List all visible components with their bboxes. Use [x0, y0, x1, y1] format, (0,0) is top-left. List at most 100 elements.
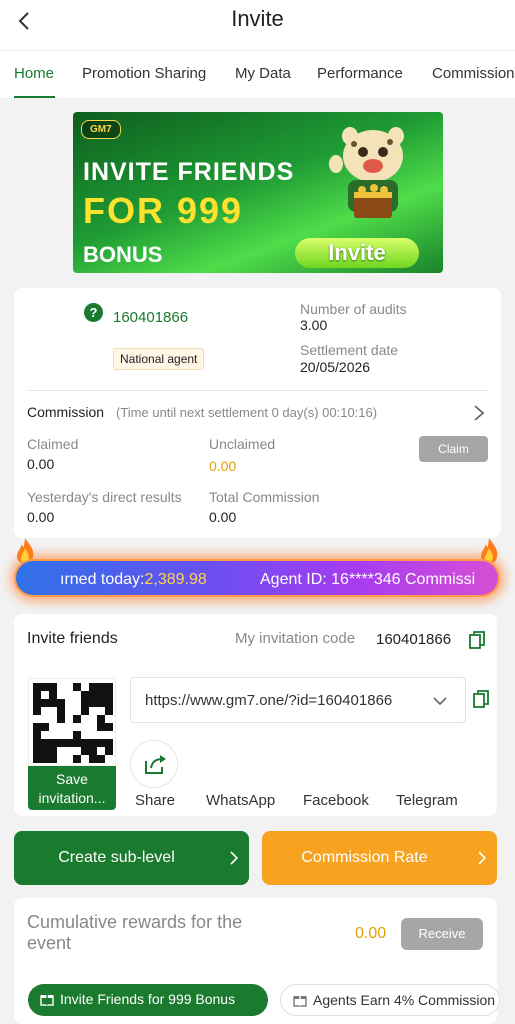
banner-highlight: FOR 999: [83, 190, 244, 231]
receive-button[interactable]: Receive: [401, 918, 483, 950]
invitation-link-select[interactable]: https://www.gm7.one/?id=160401866: [130, 677, 466, 723]
tab-commission[interactable]: Commission: [432, 65, 515, 82]
qr-module: [49, 747, 57, 755]
question-icon[interactable]: ?: [84, 303, 103, 322]
chevron-down-icon: [433, 697, 447, 706]
tab-promotion-sharing[interactable]: Promotion Sharing: [82, 65, 206, 82]
cumulative-rewards-title: Cumulative rewards for the event: [27, 912, 243, 953]
qr-module: [65, 731, 73, 739]
qr-module: [73, 755, 81, 763]
qr-module: [49, 683, 57, 691]
qr-module: [73, 691, 81, 699]
divider: [27, 390, 488, 391]
qr-module: [57, 683, 65, 691]
qr-module: [89, 747, 97, 755]
gift-icon: [293, 996, 307, 1007]
save-invitation-button[interactable]: Save invitation...: [28, 766, 116, 810]
qr-module: [33, 699, 41, 707]
qr-module: [105, 707, 113, 715]
qr-module: [89, 683, 97, 691]
banner-headline: INVITE FRIENDS: [83, 158, 295, 186]
qr-module: [65, 699, 73, 707]
audits-label: Number of audits: [300, 301, 407, 317]
share-facebook[interactable]: Facebook: [303, 792, 369, 809]
share-button[interactable]: [130, 740, 178, 788]
qr-module: [105, 731, 113, 739]
banner-invite-button[interactable]: Invite: [295, 238, 419, 268]
invite-friends-card: Invite friends My invitation code 160401…: [14, 614, 497, 816]
copy-link-icon[interactable]: [473, 690, 489, 708]
qr-module: [97, 747, 105, 755]
qr-module: [41, 747, 49, 755]
qr-module: [97, 699, 105, 707]
qr-module: [49, 723, 57, 731]
qr-module: [97, 731, 105, 739]
qr-module: [73, 739, 81, 747]
claim-button[interactable]: Claim: [419, 436, 488, 462]
qr-module: [73, 731, 81, 739]
qr-module: [81, 691, 89, 699]
qr-module: [89, 715, 97, 723]
chevron-right-icon[interactable]: [472, 404, 486, 422]
qr-module: [89, 731, 97, 739]
settlement-date-value: 20/05/2026: [300, 359, 371, 375]
invitation-code-value: 160401866: [376, 631, 452, 648]
yesterday-results-value: 0.00: [27, 509, 55, 525]
tab-performance[interactable]: Performance: [317, 65, 403, 82]
qr-module: [73, 699, 81, 707]
qr-module: [57, 731, 65, 739]
commission-rate-button[interactable]: Commission Rate: [262, 831, 497, 885]
event-tab-agents-commission[interactable]: Agents Earn 4% Commission: [280, 984, 500, 1016]
qr-module: [89, 755, 97, 763]
tab-home[interactable]: Home: [14, 65, 54, 82]
qr-module: [57, 715, 65, 723]
qr-module: [105, 715, 113, 723]
share-label[interactable]: Share: [135, 792, 175, 809]
qr-module: [81, 739, 89, 747]
total-commission-label: Total Commission: [209, 489, 320, 505]
qr-module: [65, 715, 73, 723]
qr-module: [65, 683, 73, 691]
event-tab-label: Invite Friends for 999 Bonus: [60, 991, 236, 1007]
chevron-right-icon: [230, 851, 239, 865]
copy-code-icon[interactable]: [469, 631, 485, 649]
qr-module: [33, 731, 41, 739]
qr-module: [65, 739, 73, 747]
qr-module: [49, 691, 57, 699]
tab-my-data[interactable]: My Data: [235, 65, 291, 82]
qr-module: [65, 707, 73, 715]
event-rewards-card: Cumulative rewards for the event 0.00 Re…: [14, 898, 500, 1024]
qr-module: [73, 715, 81, 723]
qr-module: [33, 747, 41, 755]
qr-module: [33, 683, 41, 691]
ticker-earned-today: ırned today:2,389.98: [60, 571, 207, 589]
active-tab-indicator: [14, 96, 55, 98]
commission-rate-label: Commission Rate: [301, 849, 428, 866]
qr-module: [105, 739, 113, 747]
qr-module: [33, 739, 41, 747]
qr-module: [89, 707, 97, 715]
share-whatsapp[interactable]: WhatsApp: [206, 792, 275, 809]
qr-module: [81, 715, 89, 723]
qr-module: [89, 723, 97, 731]
qr-module: [81, 731, 89, 739]
qr-module: [65, 723, 73, 731]
qr-module: [41, 683, 49, 691]
tab-bar: Home Promotion Sharing My Data Performan…: [0, 50, 515, 98]
qr-module: [105, 691, 113, 699]
chevron-right-icon: [478, 851, 487, 865]
page-title: Invite: [231, 6, 284, 31]
share-telegram[interactable]: Telegram: [396, 792, 458, 809]
event-tab-invite-friends[interactable]: Invite Friends for 999 Bonus: [28, 984, 268, 1016]
qr-module: [97, 683, 105, 691]
create-sub-level-button[interactable]: Create sub-level: [14, 831, 249, 885]
qr-code-image: [28, 678, 116, 766]
brand-logo: GM7: [81, 120, 121, 139]
qr-module: [81, 707, 89, 715]
qr-module: [57, 739, 65, 747]
commission-countdown: (Time until next settlement 0 day(s) 00:…: [116, 405, 378, 420]
qr-module: [89, 699, 97, 707]
promo-banner[interactable]: GM7 INVITE FRIENDS FOR 999 BONUS Invite: [73, 112, 443, 273]
qr-module: [97, 715, 105, 723]
commission-title: Commission: [27, 404, 105, 420]
